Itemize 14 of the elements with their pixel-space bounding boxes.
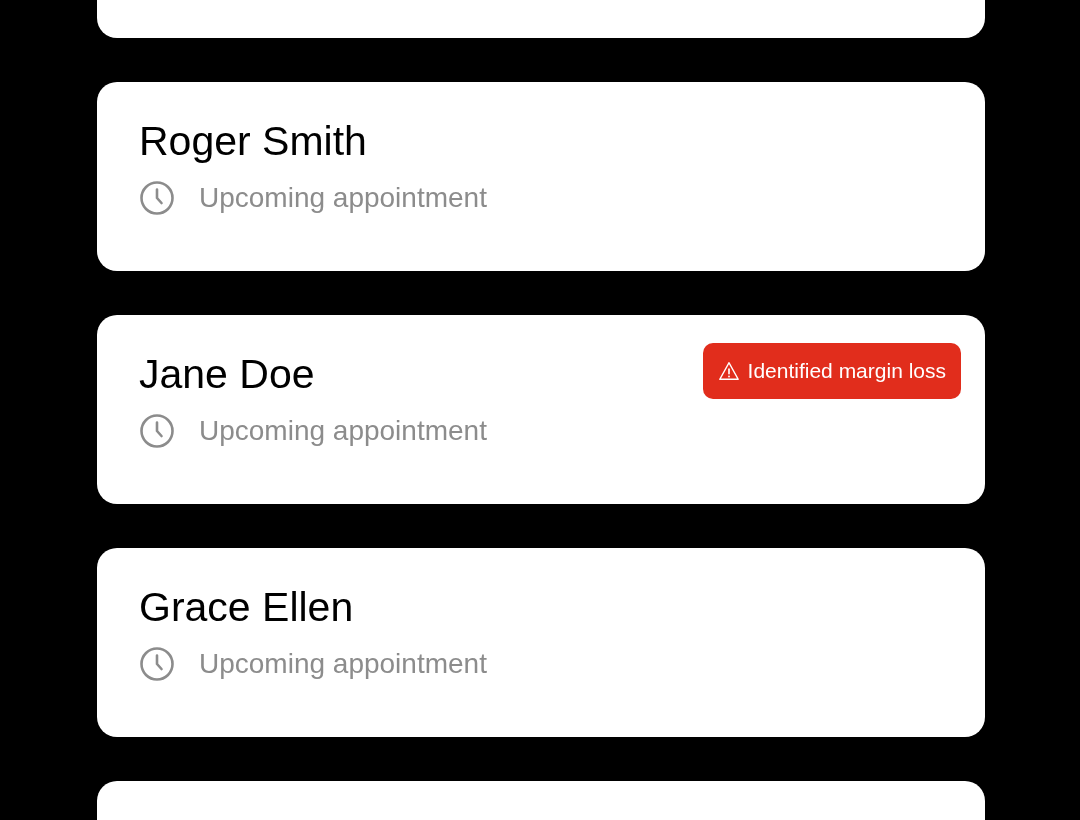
clock-icon	[139, 180, 175, 216]
client-name: Jane Doe	[139, 351, 315, 398]
status-text: Upcoming appointment	[199, 648, 487, 680]
alert-badge: Identified margin loss	[702, 343, 961, 399]
warning-icon	[717, 360, 740, 382]
status-text: Upcoming appointment	[199, 182, 487, 214]
clock-icon	[139, 413, 175, 449]
client-card[interactable]: Grace Ellen Upcoming appointment	[97, 548, 985, 737]
client-card[interactable]: Roger Smith Upcoming appointment	[97, 82, 985, 271]
clock-icon	[139, 646, 175, 682]
client-name: Roger Smith	[139, 118, 367, 165]
client-card[interactable]: Jane Doe Identified margin loss Upcoming appointment	[97, 315, 985, 504]
status-text: Upcoming appointment	[199, 415, 487, 447]
client-name: Grace Ellen	[139, 584, 354, 631]
